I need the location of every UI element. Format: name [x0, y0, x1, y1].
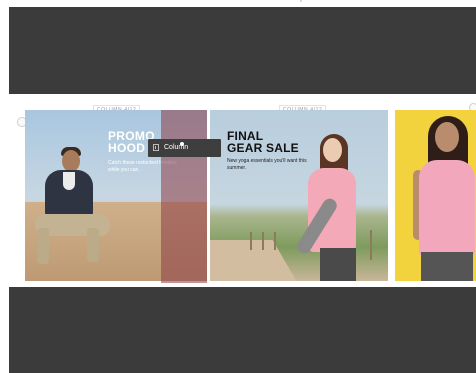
fence-post [370, 230, 372, 260]
column-icon [153, 144, 159, 151]
editor-top-area [9, 7, 476, 94]
editor-bottom-area [9, 287, 476, 373]
mouse-cursor [180, 142, 184, 146]
model-pants [320, 248, 356, 281]
fence-post [262, 232, 264, 250]
model-shin-left [37, 228, 49, 264]
final-heading: FINAL GEAR SALE [227, 130, 317, 154]
model-shin-right [87, 228, 99, 262]
model-head [323, 138, 342, 162]
model-shirt [63, 172, 75, 190]
trail-road [210, 240, 308, 281]
model-head [435, 122, 459, 152]
fence-post [250, 232, 252, 250]
column-hover-highlight[interactable] [161, 110, 207, 283]
model-head [62, 150, 80, 172]
final-heading-line2: GEAR SALE [227, 141, 299, 155]
column-tooltip[interactable]: Column [148, 139, 221, 157]
top-indicator-dot [300, 0, 302, 2]
column-tooltip-label: Column [164, 144, 189, 151]
final-body-text: New yoga essentials you'll want this sum… [227, 158, 307, 171]
model-pink-tee [419, 160, 475, 256]
model-pants [421, 252, 473, 281]
fence-post [274, 232, 276, 250]
yellow-model-panel[interactable] [395, 110, 476, 281]
